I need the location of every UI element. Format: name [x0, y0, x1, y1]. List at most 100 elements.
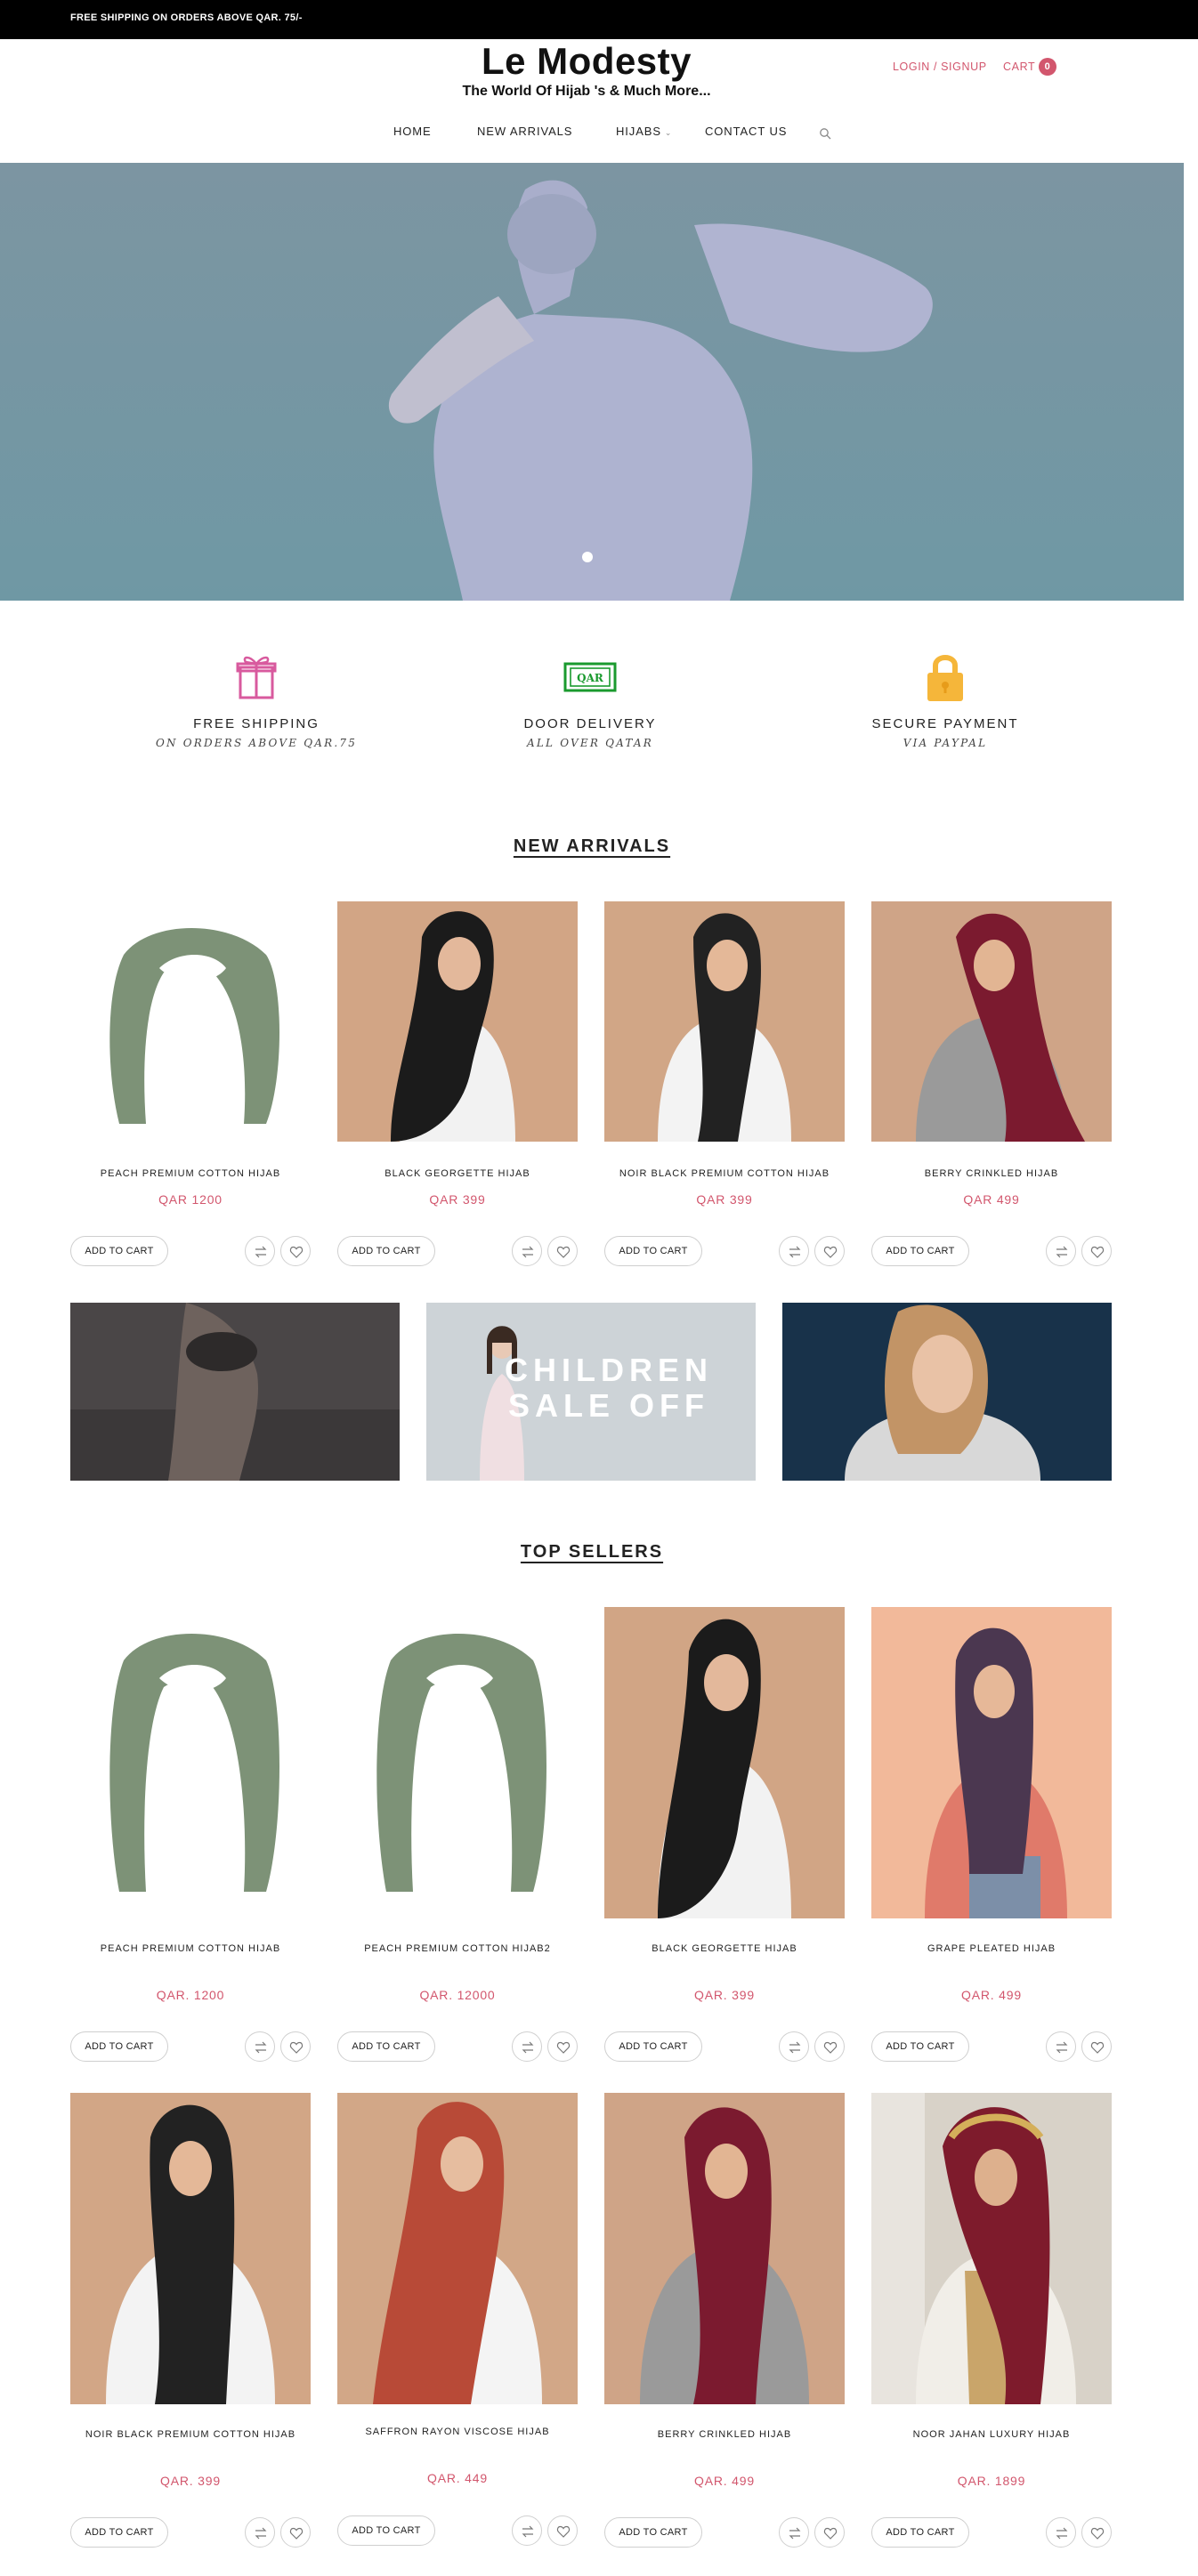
product-image[interactable]: [604, 1607, 845, 1918]
compare-button[interactable]: [779, 2031, 809, 2062]
wishlist-button[interactable]: [1081, 2031, 1112, 2062]
nav-hijabs-label[interactable]: HIJABS: [616, 125, 661, 138]
product-card: BLACK GEORGETTE HIJAB QAR 399 ADD TO CAR…: [337, 901, 578, 1275]
main-nav: HOME NEW ARRIVALS HIJABS ⌄ CONTACT US: [0, 125, 1173, 144]
nav-contact-us[interactable]: CONTACT US: [705, 125, 787, 138]
product-image[interactable]: [871, 2093, 1112, 2404]
product-image[interactable]: [70, 901, 311, 1142]
product-card: NOIR BLACK PREMIUM COTTON HIJAB QAR 399 …: [604, 901, 845, 1275]
padlock-icon: [927, 655, 963, 701]
product-image[interactable]: [337, 901, 578, 1142]
feature-title: SECURE PAYMENT: [871, 716, 1019, 731]
compare-button[interactable]: [512, 2515, 542, 2546]
search-icon[interactable]: [819, 127, 831, 140]
add-to-cart-button[interactable]: ADD TO CART: [70, 1236, 168, 1266]
promo-banner-children[interactable]: CHILDREN SALE OFF: [426, 1303, 756, 1481]
product-card: PEACH PREMIUM COTTON HIJAB2 QAR. 12000 A…: [337, 1607, 578, 2062]
product-name[interactable]: NOIR BLACK PREMIUM COTTON HIJAB: [604, 1168, 845, 1179]
product-name[interactable]: BERRY CRINKLED HIJAB: [604, 2429, 845, 2440]
promo-banner-men[interactable]: [70, 1303, 400, 1481]
compare-button[interactable]: [1046, 2031, 1076, 2062]
add-to-cart-button[interactable]: ADD TO CART: [871, 2517, 969, 2548]
wishlist-button[interactable]: [547, 2031, 578, 2062]
site-logo[interactable]: Le Modesty The World Of Hijab 's & Much …: [0, 40, 1173, 101]
wishlist-button[interactable]: [1081, 1236, 1112, 1266]
scarf-image: [337, 1607, 578, 1918]
product-name[interactable]: GRAPE PLEATED HIJAB: [871, 1943, 1112, 1954]
heart-icon: [1090, 1246, 1105, 1258]
top-sellers-title: TOP SELLERS: [520, 1542, 664, 1562]
add-to-cart-button[interactable]: ADD TO CART: [70, 2031, 168, 2062]
slider-dot-1[interactable]: [582, 552, 593, 562]
product-name[interactable]: NOOR JAHAN LUXURY HIJAB: [871, 2429, 1112, 2440]
add-to-cart-button[interactable]: ADD TO CART: [70, 2517, 168, 2548]
compare-button[interactable]: [1046, 1236, 1076, 1266]
product-name[interactable]: PEACH PREMIUM COTTON HIJAB2: [337, 1943, 578, 1954]
model-berry-hijab-image: [871, 901, 1112, 1142]
compare-button[interactable]: [512, 2031, 542, 2062]
compare-button[interactable]: [1046, 2517, 1076, 2548]
product-image[interactable]: [70, 2093, 311, 2404]
feature-secure-payment: SECURE PAYMENT VIA PAYPAL: [812, 650, 1079, 752]
banner-text: CHILDREN SALE OFF: [505, 1352, 713, 1424]
compare-button[interactable]: [779, 2517, 809, 2548]
wishlist-button[interactable]: [280, 2517, 311, 2548]
cart-count-badge: 0: [1039, 58, 1056, 76]
feature-subtitle: ON ORDERS ABOVE QAR.75: [155, 737, 358, 749]
compare-button[interactable]: [779, 1236, 809, 1266]
product-price: QAR 1200: [158, 1192, 223, 1207]
compare-icon: [789, 2041, 801, 2054]
product-name[interactable]: SAFFRON RAYON VISCOSE HIJAB: [337, 2427, 578, 2437]
login-signup-link[interactable]: LOGIN / SIGNUP: [893, 61, 987, 73]
compare-icon: [255, 2527, 267, 2540]
wishlist-button[interactable]: [814, 2517, 845, 2548]
add-to-cart-button[interactable]: ADD TO CART: [871, 1236, 969, 1266]
add-to-cart-button[interactable]: ADD TO CART: [337, 1236, 435, 1266]
heart-icon: [289, 2041, 304, 2054]
product-name[interactable]: NOIR BLACK PREMIUM COTTON HIJAB: [70, 2429, 311, 2440]
product-name[interactable]: BLACK GEORGETTE HIJAB: [337, 1168, 578, 1179]
wishlist-button[interactable]: [547, 2515, 578, 2546]
wishlist-button[interactable]: [280, 2031, 311, 2062]
hero-slider[interactable]: [0, 163, 1184, 601]
product-image[interactable]: [604, 901, 845, 1142]
compare-button[interactable]: [245, 2517, 275, 2548]
product-name[interactable]: PEACH PREMIUM COTTON HIJAB: [70, 1168, 311, 1179]
add-to-cart-button[interactable]: ADD TO CART: [604, 2517, 702, 2548]
nav-hijabs[interactable]: HIJABS ⌄: [616, 125, 672, 138]
wishlist-button[interactable]: [280, 1236, 311, 1266]
wishlist-button[interactable]: [814, 2031, 845, 2062]
model-black-hijab-image: [604, 1607, 845, 1918]
cart-label[interactable]: CART: [1003, 61, 1035, 73]
cart-link[interactable]: CART 0: [1003, 58, 1056, 76]
product-image[interactable]: [70, 1607, 311, 1918]
add-to-cart-button[interactable]: ADD TO CART: [337, 2031, 435, 2062]
wishlist-button[interactable]: [547, 1236, 578, 1266]
product-image[interactable]: [337, 2093, 578, 2404]
add-to-cart-button[interactable]: ADD TO CART: [871, 2031, 969, 2062]
product-image[interactable]: [604, 2093, 845, 2404]
wishlist-button[interactable]: [1081, 2517, 1112, 2548]
product-name[interactable]: PEACH PREMIUM COTTON HIJAB: [70, 1943, 311, 1954]
compare-button[interactable]: [245, 1236, 275, 1266]
product-name[interactable]: BERRY CRINKLED HIJAB: [871, 1168, 1112, 1179]
promo-banner-women[interactable]: [782, 1303, 1112, 1481]
nav-home[interactable]: HOME: [393, 125, 432, 138]
compare-button[interactable]: [512, 1236, 542, 1266]
heart-icon: [289, 1246, 304, 1258]
wishlist-button[interactable]: [814, 1236, 845, 1266]
announcement-text: FREE SHIPPING ON ORDERS ABOVE QAR. 75/-: [70, 12, 303, 23]
compare-button[interactable]: [245, 2031, 275, 2062]
add-to-cart-button[interactable]: ADD TO CART: [337, 2515, 435, 2546]
product-name[interactable]: BLACK GEORGETTE HIJAB: [604, 1943, 845, 1954]
nav-new-arrivals[interactable]: NEW ARRIVALS: [477, 125, 572, 138]
product-image[interactable]: [871, 901, 1112, 1142]
product-price: QAR. 1200: [156, 1988, 225, 2002]
product-image[interactable]: [337, 1607, 578, 1918]
login-signup-label[interactable]: LOGIN / SIGNUP: [893, 61, 987, 73]
product-image[interactable]: [871, 1607, 1112, 1918]
heart-icon: [823, 1246, 838, 1258]
add-to-cart-button[interactable]: ADD TO CART: [604, 2031, 702, 2062]
heart-icon: [289, 2527, 304, 2540]
add-to-cart-button[interactable]: ADD TO CART: [604, 1236, 702, 1266]
